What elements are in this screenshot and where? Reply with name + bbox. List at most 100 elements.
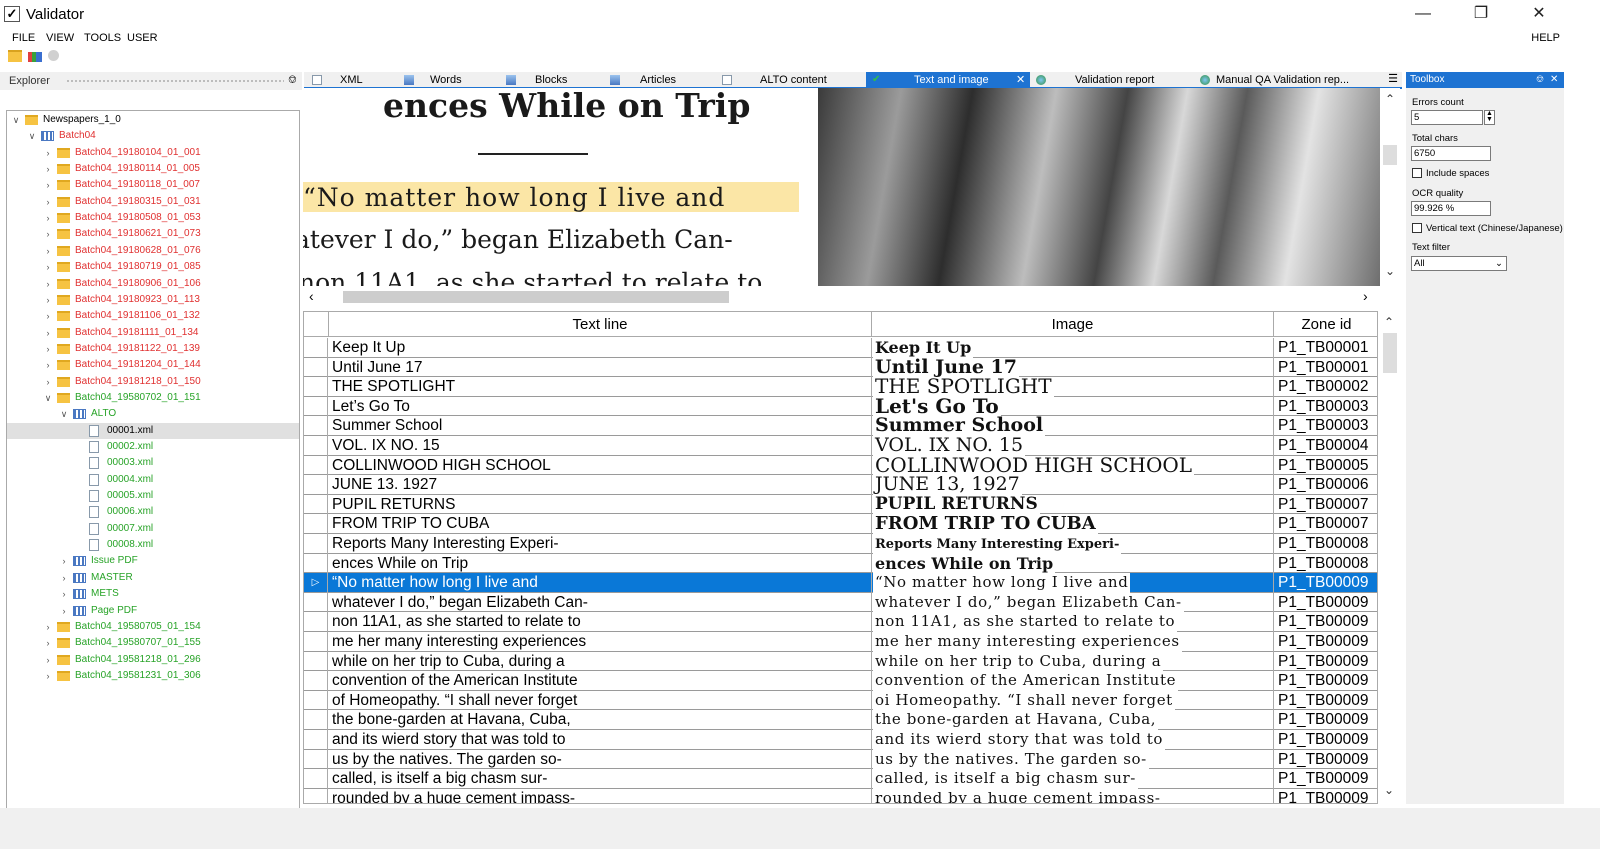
row-selector[interactable] [304, 338, 328, 358]
tree-item[interactable]: › METS [7, 586, 299, 602]
chevron-right-icon[interactable]: › [43, 635, 53, 651]
row-selector[interactable] [304, 534, 328, 554]
row-selector[interactable] [304, 377, 328, 397]
column-header-text-line[interactable]: Text line [329, 312, 872, 337]
chevron-right-icon[interactable]: › [43, 668, 53, 684]
chevron-right-icon[interactable]: › [43, 226, 53, 242]
row-selector[interactable] [304, 475, 328, 495]
text-line-cell[interactable]: “No matter how long I live and [329, 573, 872, 593]
preview-hscroll[interactable]: ‹ › [303, 287, 1380, 307]
tree-item[interactable]: 00004.xml [7, 472, 299, 488]
text-line-cell[interactable]: FROM TRIP TO CUBA [329, 514, 872, 534]
grid-vscroll[interactable]: ⌃ ⌄ [1379, 311, 1399, 804]
table-row[interactable]: ences While on Trip ences While on Trip P1… [304, 553, 1377, 574]
table-row[interactable]: convention of the American Institute conv… [304, 671, 1377, 691]
chevron-right-icon[interactable]: › [59, 570, 69, 586]
table-row[interactable]: Reports Many Interesting Experi- Reports … [304, 534, 1377, 554]
vertical-text-checkbox[interactable] [1412, 223, 1422, 233]
chevron-right-icon[interactable]: › [59, 603, 69, 619]
text-line-cell[interactable]: rounded by a huge cement impass- [329, 788, 872, 803]
total-chars-field[interactable]: 6750 [1411, 146, 1491, 161]
chevron-right-icon[interactable]: › [43, 325, 53, 341]
scroll-right-icon[interactable]: › [1363, 288, 1368, 304]
text-line-cell[interactable]: and its wierd story that was told to [329, 730, 872, 750]
row-selector[interactable] [304, 651, 328, 672]
tab-articles[interactable]: Articles [608, 72, 720, 88]
table-row[interactable]: and its wierd story that was told to and … [304, 730, 1377, 750]
tree-item[interactable]: 00007.xml [7, 521, 299, 537]
chevron-right-icon[interactable]: › [43, 308, 53, 324]
scroll-left-icon[interactable]: ‹ [309, 288, 314, 304]
scroll-thumb[interactable] [343, 291, 729, 303]
text-line-cell[interactable]: Keep It Up [329, 338, 872, 358]
tree-item[interactable]: 00001.xml [7, 422, 299, 439]
text-filter-select[interactable]: All ⌄ [1411, 256, 1507, 271]
chart-icon[interactable] [28, 52, 42, 62]
row-selector[interactable] [304, 749, 328, 770]
tree-item[interactable]: › Batch04_19581218_01_296 [7, 652, 299, 668]
ocr-quality-field[interactable]: 99.926 % [1411, 201, 1491, 216]
text-line-cell[interactable]: COLLINWOOD HIGH SCHOOL [329, 455, 872, 476]
text-line-cell[interactable]: of Homeopathy. “I shall never forget [329, 690, 872, 711]
tree-item[interactable]: 00006.xml [7, 504, 299, 520]
text-line-cell[interactable]: JUNE 13. 1927 [329, 475, 872, 495]
errors-count-stepper[interactable]: ▲ ▼ [1484, 110, 1495, 125]
tree-item[interactable]: › Batch04_19180114_01_005 [7, 161, 299, 177]
tab-text-and-image[interactable]: ✔ Text and image ✕ [866, 72, 1030, 88]
row-selector[interactable] [304, 416, 328, 436]
tree-item[interactable]: › Batch04_19181218_01_150 [7, 374, 299, 390]
text-line-cell[interactable]: VOL. IX NO. 15 [329, 436, 872, 456]
table-row[interactable]: FROM TRIP TO CUBA FROM TRIP TO CUBA P1_TB0… [304, 514, 1377, 534]
tab-xml[interactable]: XML [310, 72, 402, 88]
table-row[interactable]: of Homeopathy. “I shall never forget oі H… [304, 690, 1377, 711]
table-row[interactable]: Until June 17 Until June 17 P1_TB00001 [304, 357, 1377, 378]
close-icon[interactable]: ✕ [1516, 0, 1562, 30]
tree-item[interactable]: ∨ Newspapers_1_0 [7, 112, 299, 128]
tree-item[interactable]: ∨ ALTO [7, 406, 299, 422]
tree-item[interactable]: 00005.xml [7, 488, 299, 504]
table-row[interactable]: THE SPOTLIGHT THE SPOTLIGHT P1_TB00002 [304, 377, 1377, 397]
row-selector[interactable] [304, 592, 328, 613]
tree-item[interactable]: › MASTER [7, 570, 299, 586]
column-header-image[interactable]: Image [872, 312, 1274, 337]
menu-view[interactable]: VIEW [46, 32, 74, 44]
row-selector[interactable] [304, 710, 328, 730]
tree-item[interactable]: › Batch04_19180906_01_106 [7, 276, 299, 292]
chevron-right-icon[interactable]: › [43, 210, 53, 226]
table-row[interactable]: VOL. IX NO. 15 VOL. IX NO. 15 P1_TB00004 [304, 436, 1377, 456]
scroll-up-icon[interactable]: ⌃ [1380, 92, 1400, 106]
tree-item[interactable]: › Batch04_19580707_01_155 [7, 635, 299, 651]
row-selector[interactable] [304, 769, 328, 789]
scroll-down-icon[interactable]: ⌄ [1380, 264, 1400, 278]
text-line-cell[interactable]: Reports Many Interesting Experi- [329, 534, 872, 554]
chevron-down-icon[interactable]: ∨ [27, 128, 37, 144]
tree-item[interactable]: › Batch04_19180621_01_073 [7, 226, 299, 242]
tree-item[interactable]: 00003.xml [7, 455, 299, 471]
tree-item[interactable]: › Batch04_19581231_01_306 [7, 668, 299, 684]
table-row[interactable]: PUPIL RETURNS PUPIL RETURNS P1_TB00007 [304, 494, 1377, 515]
table-row[interactable]: JUNE 13. 1927 JUNE 13, 1927 P1_TB00006 [304, 475, 1377, 495]
row-selector[interactable] [304, 436, 328, 456]
tree-item[interactable]: › Batch04_19181122_01_139 [7, 341, 299, 357]
chevron-down-icon[interactable]: ∨ [59, 406, 69, 422]
circle-icon[interactable] [48, 50, 59, 61]
tree-item[interactable]: › Issue PDF [7, 553, 299, 569]
open-folder-icon[interactable] [8, 50, 22, 62]
tree-item[interactable]: › Batch04_19181106_01_132 [7, 308, 299, 324]
tree-item[interactable]: ∨ Batch04_19580702_01_151 [7, 390, 299, 406]
menu-help[interactable]: HELP [1531, 32, 1560, 44]
chevron-right-icon[interactable]: › [43, 243, 53, 259]
chevron-right-icon[interactable]: › [59, 553, 69, 569]
row-selector[interactable] [304, 553, 328, 574]
table-row[interactable]: Let’s Go To Let's Go To P1_TB00003 [304, 396, 1377, 417]
chevron-right-icon[interactable]: › [43, 619, 53, 635]
table-row[interactable]: rounded by a huge cement impass-rounded … [304, 788, 1377, 803]
chevron-right-icon[interactable]: › [43, 357, 53, 373]
table-row[interactable]: called, is itself a big chasm sur-called… [304, 769, 1377, 789]
chevron-right-icon[interactable]: › [43, 177, 53, 193]
chevron-right-icon[interactable]: › [43, 145, 53, 161]
text-line-cell[interactable]: us by the natives. The garden so- [329, 749, 872, 770]
chevron-right-icon[interactable]: › [43, 161, 53, 177]
text-line-cell[interactable]: called, is itself a big chasm sur- [329, 769, 872, 789]
text-line-cell[interactable]: ences While on Trip [329, 553, 872, 574]
